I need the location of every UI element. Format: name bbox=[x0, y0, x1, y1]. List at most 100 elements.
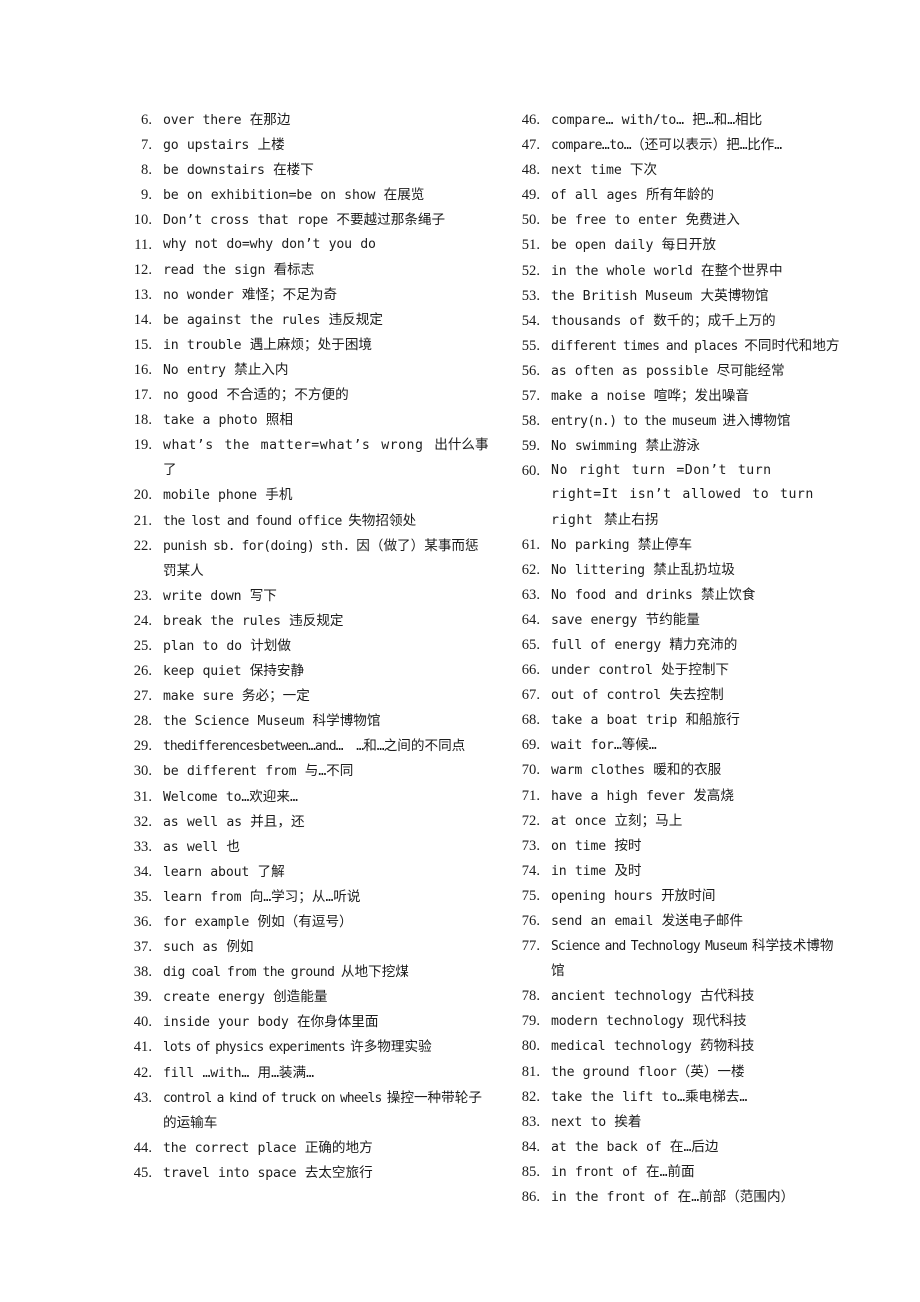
phrase-item-number: 75. bbox=[521, 887, 540, 904]
phrase-item: 34. learn about 了解 bbox=[122, 860, 492, 885]
phrase-item-text: the ground floor（英）一楼 bbox=[551, 1063, 745, 1080]
phrase-item: 68. take a boat trip 和船旅行 bbox=[510, 708, 840, 733]
phrase-item-text: take the lift to…乘电梯去… bbox=[551, 1088, 748, 1105]
phrase-item-number: 40. bbox=[133, 1014, 152, 1031]
phrase-item: 60. No right turn =Don’t turn right=It is… bbox=[510, 459, 840, 532]
phrase-item-text: travel into space 去太空旅行 bbox=[163, 1164, 373, 1181]
phrase-item: 66. under control 处于控制下 bbox=[510, 658, 840, 683]
phrase-item-number: 28. bbox=[133, 713, 152, 730]
cjk-run: 不合适的；不方便的 bbox=[226, 387, 349, 404]
phrase-item-text: keep quiet 保持安静 bbox=[163, 663, 305, 680]
cjk-run: 例如（有逗号） bbox=[257, 914, 353, 930]
phrase-item: 72. at once 立刻；马上 bbox=[510, 809, 840, 834]
phrase-item-number: 32. bbox=[133, 813, 152, 830]
phrase-item: 44. the correct place 正确的地方 bbox=[122, 1136, 492, 1161]
cjk-run: 从地下挖煤 bbox=[340, 964, 409, 981]
phrase-item-text: punish sb. for(doing) sth. 因（做了）某事而惩罚某人 bbox=[163, 537, 479, 579]
cjk-run: 前面 bbox=[667, 1163, 695, 1180]
phrase-item-text: as often as possible 尽可能经常 bbox=[551, 362, 785, 379]
phrase-item-number: 11. bbox=[134, 237, 152, 254]
cjk-run: 因（做了）某事而惩罚某人 bbox=[163, 537, 479, 579]
phrase-item-number: 85. bbox=[521, 1163, 540, 1180]
phrase-item-number: 73. bbox=[521, 837, 540, 854]
phrase-item-text: No food and drinks 禁止饮食 bbox=[551, 586, 756, 603]
cjk-run: 按时 bbox=[614, 837, 642, 854]
phrase-item: 17. no good 不合适的；不方便的 bbox=[122, 383, 492, 408]
phrase-item: 19. what’s the matter=what’s wrong 出什么事了 bbox=[122, 433, 492, 483]
cjk-run: 例如 bbox=[226, 939, 254, 956]
cjk-run: 进入博物馆 bbox=[722, 413, 791, 430]
phrase-item-number: 16. bbox=[133, 361, 152, 378]
cjk-run: 违反规定 bbox=[289, 612, 344, 629]
phrase-item: 56. as often as possible 尽可能经常 bbox=[510, 359, 840, 384]
cjk-run: 操控一种带轮子的运输车 bbox=[163, 1089, 482, 1131]
right-column: 46. compare… with/to… 把…和…相比 47. compare…to… bbox=[510, 108, 840, 1210]
phrase-item-text: the lost and found office 失物招领处 bbox=[163, 512, 417, 529]
phrase-item-number: 86. bbox=[521, 1189, 540, 1206]
cjk-run: 上楼 bbox=[257, 137, 285, 154]
phrase-item: 47. compare…to…（还可以表示）把…比作… bbox=[510, 133, 840, 158]
phrase-item-number: 46. bbox=[521, 112, 540, 128]
cjk-run: 处于控制下 bbox=[661, 662, 730, 679]
phrase-item: 74. in time 及时 bbox=[510, 859, 840, 884]
cjk-run: 和船旅行 bbox=[685, 712, 740, 729]
cjk-run: 出什么事了 bbox=[163, 437, 489, 479]
phrase-item: 58. entry(n.) to the museum 进入博物馆 bbox=[510, 409, 840, 434]
phrase-item-number: 70. bbox=[521, 762, 540, 779]
phrase-item-number: 49. bbox=[521, 187, 540, 204]
phrase-item-text: fill …with… 用…装满… bbox=[163, 1064, 314, 1081]
phrase-item: 14. be against the rules 违反规定 bbox=[122, 308, 492, 333]
phrase-item-text: make sure 务必；一定 bbox=[163, 688, 310, 705]
phrase-item-text: be free to enter 免费进入 bbox=[551, 212, 740, 229]
phrase-item-text: opening hours 开放时间 bbox=[551, 887, 716, 904]
phrase-item: 13. no wonder 难怪；不足为奇 bbox=[122, 283, 492, 308]
phrase-item-number: 44. bbox=[133, 1139, 152, 1156]
cjk-run: 正确的地方 bbox=[304, 1139, 373, 1156]
phrase-item: 22. punish sb. for(doing) sth. 因（做了）某事而惩罚… bbox=[122, 534, 492, 584]
cjk-run: 科学博物馆 bbox=[312, 713, 381, 730]
phrase-item: 29. thedifferencesbetween…and… …和…之间的不同点 bbox=[122, 734, 492, 759]
phrase-item-text: No littering 禁止乱扔垃圾 bbox=[551, 561, 735, 578]
phrase-item-number: 33. bbox=[133, 838, 152, 855]
phrase-item-text: learn about 了解 bbox=[163, 863, 285, 880]
phrase-item-text: the British Museum 大英博物馆 bbox=[551, 287, 769, 304]
phrase-item-number: 67. bbox=[521, 687, 540, 704]
phrase-item: 70. warm clothes 暖和的衣服 bbox=[510, 758, 840, 783]
cjk-run: 等候 bbox=[621, 737, 649, 754]
two-column-body: 6. over there 在那边 7. go upstairs 上楼 8. be dow… bbox=[0, 108, 920, 1210]
phrase-item: 6. over there 在那边 bbox=[122, 108, 492, 133]
phrase-item: 28. the Science Museum 科学博物馆 bbox=[122, 709, 492, 734]
cjk-run: 尽可能经常 bbox=[716, 362, 785, 379]
phrase-item-number: 12. bbox=[133, 261, 152, 278]
cjk-run: 比作 bbox=[747, 137, 775, 154]
phrase-item-number: 34. bbox=[133, 863, 152, 880]
phrase-item-text: in trouble 遇上麻烦；处于困境 bbox=[163, 336, 373, 353]
document-page: 6. over there 在那边 7. go upstairs 上楼 8. be dow… bbox=[0, 0, 920, 1302]
cjk-run: 也 bbox=[226, 838, 240, 855]
cjk-run: 照相 bbox=[265, 412, 293, 429]
phrase-item-text: be on exhibition=be on show 在展览 bbox=[163, 187, 425, 204]
phrase-item-text: over there 在那边 bbox=[163, 112, 291, 128]
cjk-run: 禁止乱扔垃圾 bbox=[653, 561, 735, 578]
cjk-run: 和 bbox=[363, 738, 377, 755]
phrase-item-number: 53. bbox=[521, 287, 540, 304]
phrase-item: 36. for example 例如（有逗号） bbox=[122, 910, 492, 935]
phrase-item: 81. the ground floor（英）一楼 bbox=[510, 1060, 840, 1085]
cjk-run: 在楼下 bbox=[273, 162, 314, 179]
phrase-item-text: Science and Technology Museum 科学技术博物馆 bbox=[551, 938, 834, 980]
phrase-item: 27. make sure 务必；一定 bbox=[122, 684, 492, 709]
phrase-item: 82. take the lift to…乘电梯去… bbox=[510, 1085, 840, 1110]
phrase-item-text: break the rules 违反规定 bbox=[163, 612, 344, 629]
phrase-item-number: 76. bbox=[521, 913, 540, 929]
phrase-item-number: 22. bbox=[133, 537, 152, 554]
phrase-item: 57. make a noise 喧哗；发出噪音 bbox=[510, 384, 840, 409]
phrase-item-number: 82. bbox=[521, 1088, 540, 1105]
phrase-item-number: 63. bbox=[521, 586, 540, 603]
phrase-item-text: full of energy 精力充沛的 bbox=[551, 636, 738, 653]
cjk-run: 失去控制 bbox=[669, 687, 724, 704]
cjk-run: 与 bbox=[304, 763, 319, 780]
phrase-item: 71. have a high fever 发高烧 bbox=[510, 784, 840, 809]
phrase-item-number: 23. bbox=[133, 587, 152, 604]
cjk-run: 不同 bbox=[326, 763, 354, 780]
phrase-item-text: thedifferencesbetween…and… …和…之间的不同点 bbox=[163, 738, 466, 755]
